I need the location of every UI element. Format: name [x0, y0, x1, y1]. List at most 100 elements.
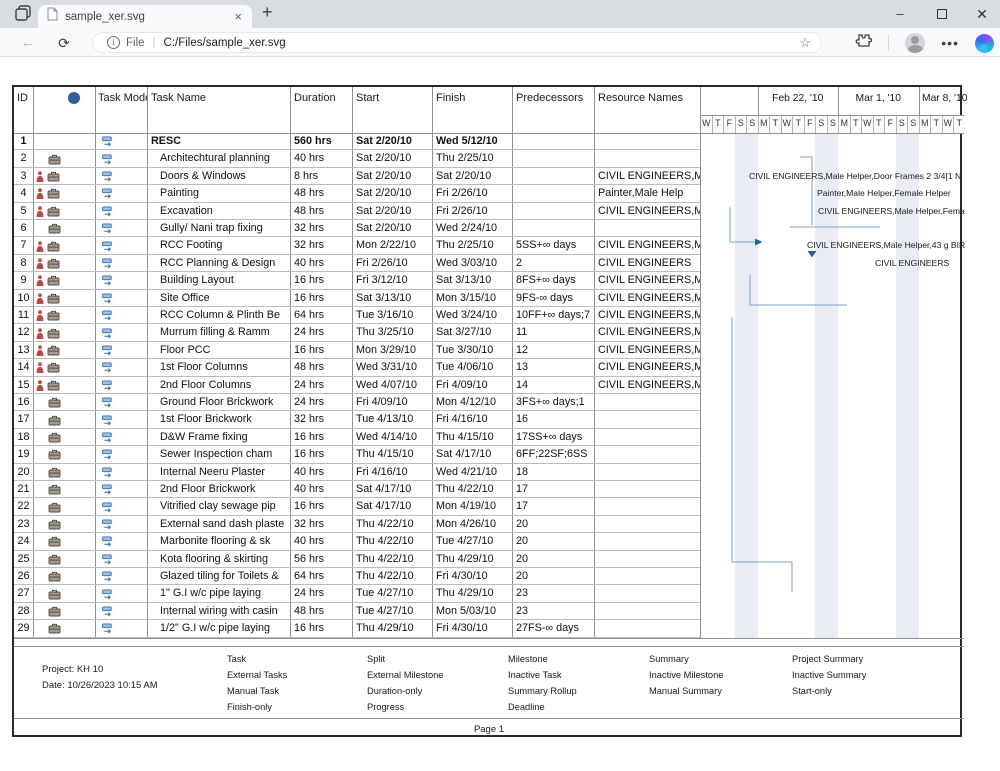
- task-mode-icon: [102, 397, 115, 408]
- finish-cell: Fri 4/30/10: [432, 568, 512, 585]
- task-name-cell: Murrum filling & Ramm: [147, 324, 290, 341]
- task-name-cell: Building Layout: [147, 272, 290, 289]
- start-cell: Wed 4/07/10: [352, 377, 432, 394]
- window-close-button[interactable]: ✕: [962, 0, 1000, 28]
- resources-cell: [594, 498, 700, 515]
- table-row: 9Building Layout16 hrsFri 3/12/10Sat 3/1…: [14, 272, 964, 289]
- legend-item: External Milestone: [367, 667, 443, 683]
- task-mode-icon: [102, 136, 115, 147]
- resources-cell: [594, 620, 700, 637]
- task-id-cell: 20: [14, 464, 33, 481]
- refresh-icon[interactable]: ⟳: [52, 31, 76, 55]
- menu-dots-icon[interactable]: •••: [941, 35, 959, 51]
- duration-cell: 48 hrs: [290, 203, 352, 220]
- resources-cell: [594, 220, 700, 237]
- resources-cell: CIVIL ENGINEERS,M: [594, 290, 700, 307]
- window-maximize-button[interactable]: [922, 0, 962, 28]
- task-mode-cell: [95, 464, 147, 481]
- address-separator: |: [153, 37, 156, 49]
- assignment-icon: [48, 449, 61, 460]
- start-cell: Sat 2/20/10: [352, 133, 432, 150]
- predecessors-cell: 10FF+∞ days;7: [512, 307, 594, 324]
- indicator-cell: [33, 603, 95, 620]
- window-minimize-button[interactable]: –: [880, 0, 920, 28]
- task-mode-cell: [95, 150, 147, 167]
- legend-column: TaskExternal TasksManual TaskFinish-only: [227, 651, 287, 715]
- resource-annotation: Painter,Male Helper,Female Helper: [817, 188, 951, 198]
- duration-cell: 40 hrs: [290, 481, 352, 498]
- column-header-predecessors: Predecessors: [516, 92, 583, 104]
- legend-item: Inactive Summary: [792, 667, 866, 683]
- assignment-icon: [48, 154, 61, 165]
- task-mode-cell: [95, 429, 147, 446]
- overallocated-person-icon: [36, 328, 44, 339]
- resources-cell: CIVIL ENGINEERS,M: [594, 168, 700, 185]
- table-row: 28Internal wiring with casin48 hrsTue 4/…: [14, 603, 964, 620]
- assignment-icon: [48, 519, 61, 530]
- resources-cell: [594, 446, 700, 463]
- indicator-cell: [33, 220, 95, 237]
- task-mode-cell: [95, 185, 147, 202]
- overallocated-person-icon: [36, 275, 44, 286]
- start-cell: Sat 4/17/10: [352, 481, 432, 498]
- predecessors-cell: 9FS-∞ days: [512, 290, 594, 307]
- task-id-cell: 10: [14, 290, 33, 307]
- predecessors-cell: 16: [512, 411, 594, 428]
- task-name-cell: Vitrified clay sewage pip: [147, 498, 290, 515]
- workspaces-icon[interactable]: [10, 3, 38, 25]
- task-mode-icon: [102, 380, 115, 391]
- start-cell: Sat 2/20/10: [352, 203, 432, 220]
- resources-cell: CIVIL ENGINEERS,M: [594, 272, 700, 289]
- extensions-icon[interactable]: [855, 32, 872, 54]
- task-mode-icon: [102, 432, 115, 443]
- column-header-start: Start: [356, 92, 379, 104]
- table-row: 12Murrum filling & Ramm24 hrsThu 3/25/10…: [14, 324, 964, 341]
- page-info-icon[interactable]: i: [107, 36, 120, 49]
- finish-cell: Fri 2/26/10: [432, 185, 512, 202]
- row-divider: [14, 637, 700, 638]
- tab-close-icon[interactable]: ×: [232, 9, 244, 24]
- month-tick: [838, 87, 839, 115]
- column-header-task-mode: Task Mode: [98, 92, 147, 104]
- favorite-star-icon[interactable]: ☆: [799, 35, 811, 51]
- profile-avatar[interactable]: [905, 33, 925, 53]
- task-name-cell: Marbonite flooring & sk: [147, 533, 290, 550]
- indicator-cell: [33, 585, 95, 602]
- start-cell: Thu 4/15/10: [352, 446, 432, 463]
- task-mode-cell: [95, 620, 147, 637]
- assignment-icon: [48, 397, 61, 408]
- start-cell: Thu 4/22/10: [352, 568, 432, 585]
- back-icon[interactable]: ←: [16, 31, 40, 55]
- grid-line-h: [14, 646, 964, 647]
- resources-cell: [594, 133, 700, 150]
- day-header-cell: T: [850, 115, 862, 133]
- task-name-cell: Doors & Windows: [147, 168, 290, 185]
- new-tab-button[interactable]: +: [262, 2, 273, 23]
- task-name-cell: 2nd Floor Columns: [147, 377, 290, 394]
- task-name-cell: RCC Footing: [147, 237, 290, 254]
- task-id-cell: 29: [14, 620, 33, 637]
- page-number: Page 1: [14, 721, 964, 738]
- indicator-cell: [33, 324, 95, 341]
- finish-cell: Wed 3/03/10: [432, 255, 512, 272]
- legend-column: MilestoneInactive TaskSummary RollupDead…: [508, 651, 577, 715]
- duration-cell: 40 hrs: [290, 533, 352, 550]
- duration-cell: 24 hrs: [290, 324, 352, 341]
- indicator-cell: [33, 394, 95, 411]
- task-mode-cell: [95, 203, 147, 220]
- table-row: 19Sewer Inspection cham16 hrsThu 4/15/10…: [14, 446, 964, 463]
- task-id-cell: 26: [14, 568, 33, 585]
- legend-item: Duration-only: [367, 683, 443, 699]
- address-bar[interactable]: i File | C:/Files/sample_xer.svg ☆: [92, 32, 822, 53]
- table-row: 24Marbonite flooring & sk40 hrsThu 4/22/…: [14, 533, 964, 550]
- footer-project: Project: KH 10: [42, 662, 103, 678]
- browser-tab[interactable]: sample_xer.svg ×: [38, 5, 252, 28]
- copilot-icon[interactable]: [975, 34, 994, 53]
- duration-cell: 16 hrs: [290, 290, 352, 307]
- finish-cell: Thu 2/25/10: [432, 237, 512, 254]
- table-row: 16Ground Floor Brickwork24 hrsFri 4/09/1…: [14, 394, 964, 411]
- predecessors-cell: 17SS+∞ days: [512, 429, 594, 446]
- resources-cell: CIVIL ENGINEERS,M: [594, 237, 700, 254]
- start-cell: Tue 4/27/10: [352, 603, 432, 620]
- legend-item: Summary: [649, 651, 723, 667]
